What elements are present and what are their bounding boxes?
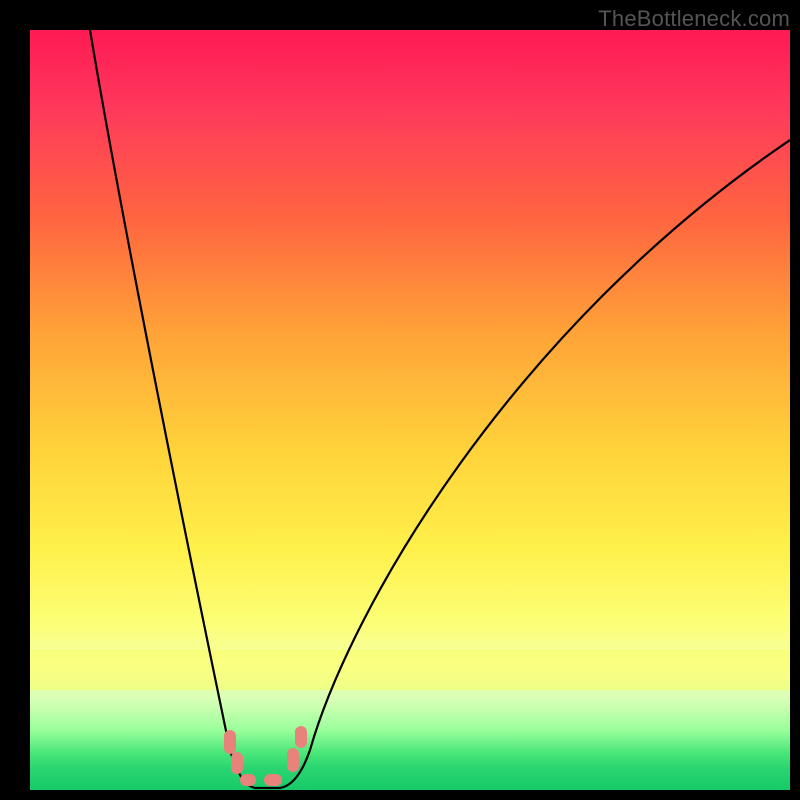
curve-svg bbox=[30, 30, 790, 790]
marker-floor-right bbox=[264, 774, 282, 786]
marker-right-lower bbox=[287, 748, 299, 772]
plot-area bbox=[30, 30, 790, 790]
marker-right-upper bbox=[295, 726, 307, 748]
marker-left-lower bbox=[231, 752, 243, 774]
marker-floor-left bbox=[240, 774, 256, 786]
marker-left-upper bbox=[224, 730, 236, 754]
outer-black-frame: TheBottleneck.com bbox=[0, 0, 800, 800]
bottleneck-curve bbox=[90, 30, 790, 788]
watermark-text: TheBottleneck.com bbox=[598, 6, 790, 32]
